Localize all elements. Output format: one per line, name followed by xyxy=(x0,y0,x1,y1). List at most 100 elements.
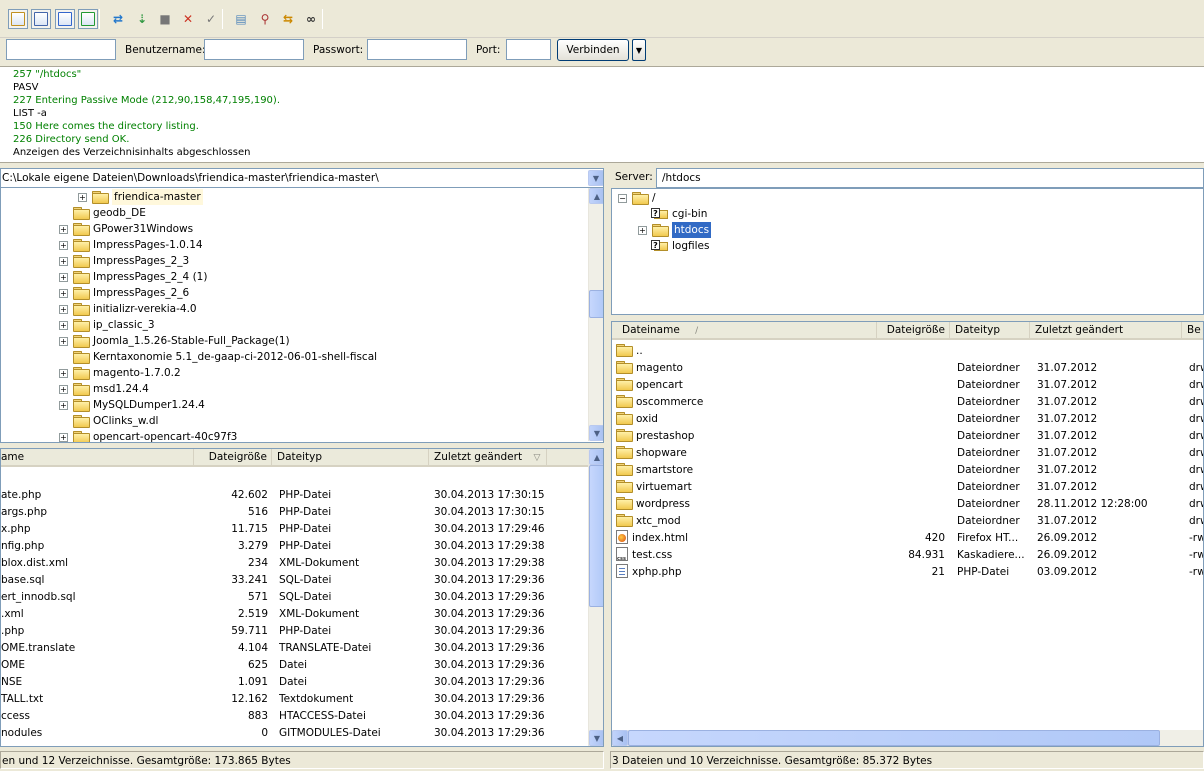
col-size[interactable]: Dateigröße xyxy=(194,449,272,465)
remote-list-hscrollbar[interactable]: ◀ xyxy=(612,730,1203,746)
connect-history-dropdown[interactable]: ▼ xyxy=(632,39,646,61)
expand-icon[interactable]: + xyxy=(59,400,68,410)
col-name[interactable]: Dateiname / xyxy=(617,322,877,338)
table-row[interactable]: OME.translate 4.104 TRANSLATE-Datei 30.04.2… xyxy=(1,640,588,657)
site-manager-button[interactable] xyxy=(8,9,28,29)
refresh-button[interactable]: ⇄ xyxy=(108,9,128,29)
table-row[interactable]: NSE 1.091 Datei 30.04.2013 17:29:36 xyxy=(1,674,588,691)
expand-icon[interactable]: + xyxy=(59,368,68,378)
host-input[interactable] xyxy=(6,39,116,60)
table-row[interactable]: .php 59.711 PHP-Datei 30.04.2013 17:29:36 xyxy=(1,623,588,640)
expand-icon[interactable]: + xyxy=(59,384,68,394)
table-row[interactable]: xphp.php 21 PHP-Datei 03.09.2012 -rw xyxy=(612,564,1203,581)
local-tree-node[interactable]: + ImpressPages_2_6 xyxy=(59,285,189,301)
table-row[interactable]: index.html 420 Firefox HT... 26.09.2012 -rw xyxy=(612,530,1203,547)
local-tree-node[interactable]: + magento-1.7.0.2 xyxy=(59,365,181,381)
scroll-up-button[interactable]: ▲ xyxy=(589,188,603,204)
connect-button[interactable]: Verbinden xyxy=(557,39,629,61)
remote-tree-node[interactable]: ? cgi-bin xyxy=(638,206,707,222)
table-row[interactable]: oxid Dateiordner 31.07.2012 drw xyxy=(612,411,1203,428)
local-tree-node[interactable]: + ImpressPages-1.0.14 xyxy=(59,237,203,253)
local-tree-node[interactable]: + GPower31Windows xyxy=(59,221,193,237)
password-input[interactable] xyxy=(367,39,467,60)
table-row[interactable]: shopware Dateiordner 31.07.2012 drw xyxy=(612,445,1203,462)
scroll-up-button[interactable]: ▲ xyxy=(589,449,603,465)
toggle-log-button[interactable] xyxy=(31,9,51,29)
col-permissions[interactable]: Be xyxy=(1182,322,1203,338)
table-row[interactable]: test.css 84.931 Kaskadiere... 26.09.2012 -rw xyxy=(612,547,1203,564)
sync-browse-button[interactable]: ⇆ xyxy=(278,9,298,29)
table-row[interactable]: OME 625 Datei 30.04.2013 17:29:36 xyxy=(1,657,588,674)
remote-path-input[interactable]: /htdocs xyxy=(656,168,1204,188)
expand-icon[interactable]: + xyxy=(59,320,68,330)
table-row[interactable]: opencart Dateiordner 31.07.2012 drw xyxy=(612,377,1203,394)
expand-icon[interactable]: + xyxy=(59,336,68,346)
expand-icon[interactable]: + xyxy=(78,192,87,202)
toggle-local-tree-button[interactable] xyxy=(55,9,75,29)
expand-icon[interactable]: + xyxy=(638,225,647,235)
expand-icon[interactable]: + xyxy=(59,288,68,298)
local-tree-node[interactable]: geodb_DE xyxy=(59,205,146,221)
expand-icon[interactable]: + xyxy=(59,272,68,282)
disconnect-button[interactable]: ✕ xyxy=(178,9,198,29)
col-modified[interactable]: Zuletzt geändert xyxy=(1030,322,1182,338)
table-row[interactable]: ert_innodb.sql 571 SQL-Datei 30.04.2013 17:… xyxy=(1,589,588,606)
scroll-thumb[interactable] xyxy=(589,465,603,607)
collapse-icon[interactable]: − xyxy=(618,193,627,203)
table-row[interactable]: magento Dateiordner 31.07.2012 drw xyxy=(612,360,1203,377)
table-row[interactable]: .. xyxy=(612,343,1203,360)
local-tree-node[interactable]: OClinks_w.dl xyxy=(59,413,158,429)
compare-button[interactable]: ⚲ xyxy=(255,9,275,29)
scroll-down-button[interactable]: ▼ xyxy=(589,425,603,441)
local-tree-node[interactable]: Kerntaxonomie 5.1_de-gaap-ci-2012-06-01-… xyxy=(59,349,377,365)
reconnect-button[interactable]: ✓ xyxy=(201,9,221,29)
remote-tree-node[interactable]: − / xyxy=(618,190,656,206)
scroll-thumb[interactable] xyxy=(628,730,1160,746)
local-tree-node[interactable]: + MySQLDumper1.24.4 xyxy=(59,397,205,413)
local-tree-node[interactable]: + ip_classic_3 xyxy=(59,317,155,333)
table-row[interactable]: wordpress Dateiordner 28.11.2012 12:28:00 d… xyxy=(612,496,1203,513)
table-row[interactable]: .xml 2.519 XML-Dokument 30.04.2013 17:29:36 xyxy=(1,606,588,623)
expand-icon[interactable]: + xyxy=(59,432,68,442)
col-size[interactable]: Dateigröße xyxy=(877,322,950,338)
table-row[interactable]: prestashop Dateiordner 31.07.2012 drw xyxy=(612,428,1203,445)
table-row[interactable]: virtuemart Dateiordner 31.07.2012 drw xyxy=(612,479,1203,496)
table-row[interactable]: TALL.txt 12.162 Textdokument 30.04.2013 17:… xyxy=(1,691,588,708)
col-name[interactable]: ame xyxy=(1,449,194,465)
local-tree-node[interactable]: + ImpressPages_2_4 (1) xyxy=(59,269,207,285)
table-row[interactable]: smartstore Dateiordner 31.07.2012 drw xyxy=(612,462,1203,479)
search-button[interactable]: ∞ xyxy=(301,9,321,29)
expand-icon[interactable]: + xyxy=(59,304,68,314)
table-row[interactable]: base.sql 33.241 SQL-Datei 30.04.2013 17:29:… xyxy=(1,572,588,589)
local-tree-node[interactable]: + msd1.24.4 xyxy=(59,381,149,397)
scroll-down-button[interactable]: ▼ xyxy=(589,730,603,746)
col-modified[interactable]: Zuletzt geändert ▽ xyxy=(429,449,547,465)
table-row[interactable]: xtc_mod Dateiordner 31.07.2012 drw xyxy=(612,513,1203,530)
local-tree-node[interactable]: + Joomla_1.5.26-Stable-Full_Package(1) xyxy=(59,333,290,349)
username-input[interactable] xyxy=(204,39,304,60)
table-row[interactable]: ccess 883 HTACCESS-Datei 30.04.2013 17:29:3… xyxy=(1,708,588,725)
port-input[interactable] xyxy=(506,39,551,60)
remote-tree-node[interactable]: ? logfiles xyxy=(638,238,709,254)
expand-icon[interactable]: + xyxy=(59,224,68,234)
toggle-remote-tree-button[interactable] xyxy=(78,9,98,29)
scroll-left-button[interactable]: ◀ xyxy=(612,730,628,746)
table-row[interactable]: args.php 516 PHP-Datei 30.04.2013 17:30:15 xyxy=(1,504,588,521)
local-tree-node[interactable]: + ImpressPages_2_3 xyxy=(59,253,189,269)
local-tree-node[interactable]: + initializr-verekia-4.0 xyxy=(59,301,197,317)
message-log[interactable]: 257 "/htdocs" PASV 227 Entering Passive Mo… xyxy=(0,66,1204,163)
local-tree-node[interactable]: + friendica-master xyxy=(78,189,203,205)
expand-icon[interactable]: + xyxy=(59,240,68,250)
expand-icon[interactable]: + xyxy=(59,256,68,266)
table-row[interactable]: nfig.php 3.279 PHP-Datei 30.04.2013 17:29:3… xyxy=(1,538,588,555)
remote-tree-node[interactable]: + htdocs xyxy=(638,222,712,238)
local-list-scrollbar[interactable]: ▲ ▼ xyxy=(588,449,603,746)
local-tree-scrollbar[interactable]: ▲ ▼ xyxy=(588,188,603,441)
local-path-combobox[interactable]: C:\Lokale eigene Dateien\Downloads\frien… xyxy=(0,168,604,188)
local-tree-node[interactable]: + opencart-opencart-40c97f3 xyxy=(59,429,237,442)
table-row[interactable]: x.php 11.715 PHP-Datei 30.04.2013 17:29:46 xyxy=(1,521,588,538)
view-filter-button[interactable]: ▤ xyxy=(231,9,251,29)
table-row[interactable]: ate.php 42.602 PHP-Datei 30.04.2013 17:30:1… xyxy=(1,487,588,504)
process-queue-button[interactable]: ⇣ xyxy=(132,9,152,29)
local-path-dropdown[interactable]: ▼ xyxy=(588,170,603,186)
